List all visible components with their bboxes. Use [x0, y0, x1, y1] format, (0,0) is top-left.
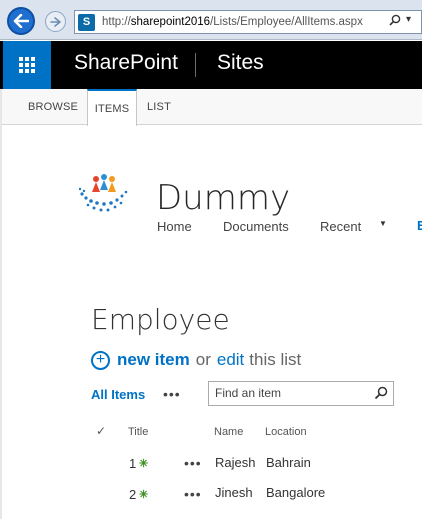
recent-dropdown-icon[interactable]: ▼ — [379, 219, 387, 228]
forward-arrow-icon — [50, 16, 61, 27]
row-1-title-link[interactable]: 1 — [129, 456, 136, 471]
search-input[interactable] — [215, 382, 370, 404]
url-path: /Lists/Employee/AllItems.aspx — [210, 16, 363, 28]
row-1-name: Rajesh — [215, 455, 256, 470]
this-list-text: this list — [249, 350, 302, 369]
column-header-title[interactable]: Title — [128, 426, 148, 438]
address-dropdown-icon[interactable]: ▾ — [406, 14, 411, 29]
row-2-title-link[interactable]: 2 — [129, 487, 136, 502]
page-left-border — [0, 89, 2, 519]
site-favicon-icon: S — [78, 13, 95, 31]
or-text: or — [195, 350, 211, 369]
new-item-link[interactable]: new item — [117, 350, 190, 370]
search-icon[interactable] — [374, 386, 388, 405]
app-launcher-button[interactable] — [3, 41, 51, 89]
waffle-icon — [19, 57, 35, 73]
nav-item-documents[interactable]: Documents — [223, 219, 289, 234]
back-button[interactable] — [7, 7, 35, 35]
nav-item-overflow[interactable]: E — [417, 218, 422, 233]
tab-browse[interactable]: BROWSE — [23, 89, 83, 125]
suite-divider — [195, 53, 196, 77]
add-icon[interactable]: + — [91, 350, 110, 370]
address-bar[interactable]: S http://sharepoint2016/Lists/Employee/A… — [74, 10, 422, 34]
tab-items[interactable]: ITEMS — [87, 89, 137, 126]
url-prefix: http:// — [102, 16, 131, 28]
address-search-icon[interactable] — [389, 14, 401, 29]
site-logo-icon[interactable] — [74, 172, 130, 214]
column-header-name[interactable]: Name — [214, 426, 243, 438]
sharepoint-brand-link[interactable]: SharePoint — [74, 51, 178, 75]
column-header-location[interactable]: Location — [265, 426, 307, 438]
page-title: Employee — [91, 303, 230, 336]
row-1-menu-ellipsis[interactable]: ••• — [184, 455, 202, 471]
new-item-bar: + new item or edit this list — [91, 350, 301, 370]
new-item-badge-icon: ✳ — [139, 489, 149, 501]
nav-item-home[interactable]: Home — [157, 219, 192, 234]
view-all-items[interactable]: All Items — [91, 387, 145, 402]
row-2-menu-ellipsis[interactable]: ••• — [184, 486, 202, 502]
url-host: sharepoint2016 — [130, 16, 211, 28]
url-text: http://sharepoint2016/Lists/Employee/All… — [102, 16, 363, 28]
tab-list[interactable]: LIST — [140, 89, 178, 125]
view-options-ellipsis[interactable]: ••• — [163, 386, 181, 402]
suite-bar: SharePoint Sites — [0, 41, 422, 89]
row-2-location: Bangalore — [266, 485, 326, 500]
back-arrow-icon — [13, 14, 29, 28]
row-1-location: Bahrain — [266, 455, 311, 470]
new-item-badge-icon: ✳ — [139, 458, 149, 470]
site-title[interactable]: Dummy — [156, 178, 290, 218]
browser-toolbar: S http://sharepoint2016/Lists/Employee/A… — [0, 0, 422, 40]
ribbon-tab-bar: BROWSE ITEMS LIST — [0, 89, 422, 126]
row-2-name: Jinesh — [215, 485, 253, 500]
forward-button[interactable] — [45, 11, 66, 32]
find-item-search[interactable] — [208, 381, 394, 406]
edit-list-link[interactable]: edit — [217, 350, 244, 370]
nav-item-recent[interactable]: Recent — [320, 219, 361, 234]
select-all-checkmark-icon[interactable]: ✓ — [96, 424, 106, 438]
sites-link[interactable]: Sites — [217, 51, 264, 75]
